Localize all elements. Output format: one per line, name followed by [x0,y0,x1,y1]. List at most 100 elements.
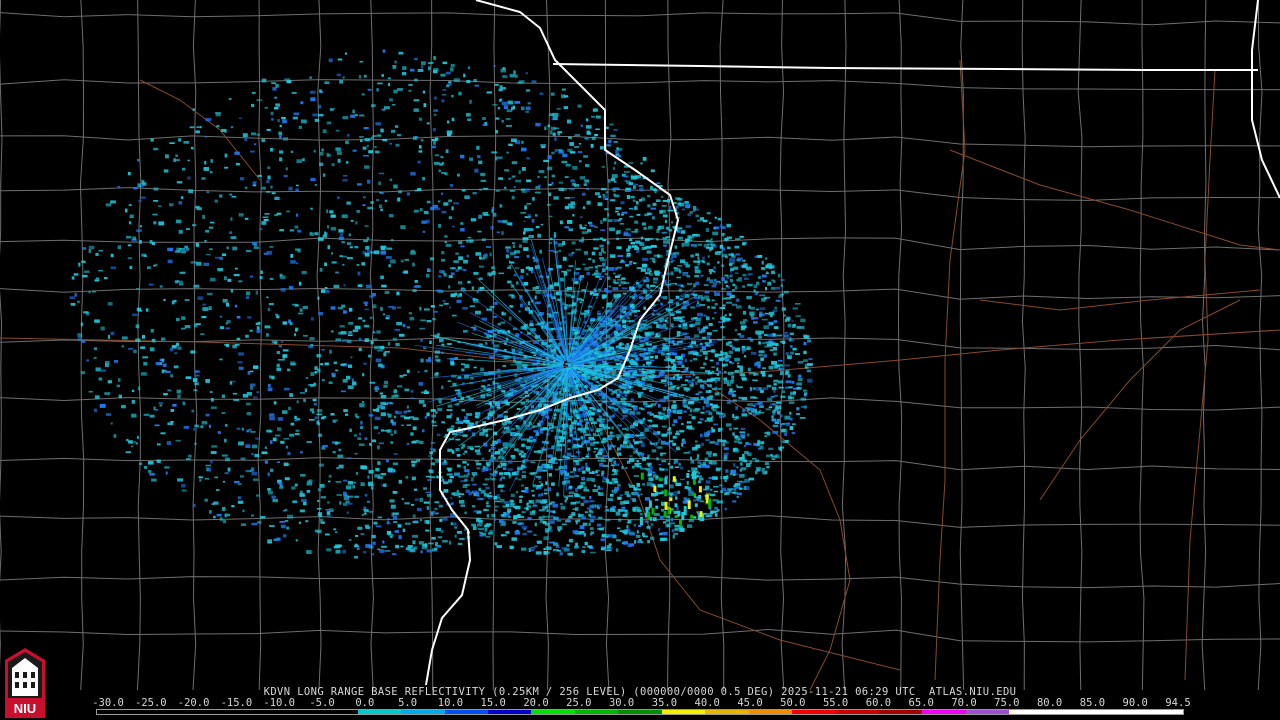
echo-pixel [326,514,331,517]
echo-pixel [165,154,169,159]
echo-pixel [186,458,191,461]
echo-pixel [397,88,403,91]
echo-pixel [626,521,630,524]
echo-pixel [709,440,715,444]
echo-pixel [229,193,233,196]
echo-pixel [464,195,470,199]
echo-pixel [668,492,674,495]
echo-pixel [164,466,170,469]
echo-pixel [396,291,400,296]
echo-pixel [437,545,441,548]
echo-pixel [591,478,595,482]
echo-pixel [370,201,374,204]
echo-pixel [663,323,667,327]
echo-pixel [181,489,187,492]
echo-pixel [718,412,724,415]
echo-pixel [788,386,793,389]
echo-pixel [769,403,775,406]
echo-pixel [615,210,619,213]
echo-pixel [709,339,712,343]
echo-pixel [317,237,324,241]
echo-pixel [190,350,196,354]
echo-pixel [252,478,259,481]
echo-pixel [497,106,501,110]
echo-pixel [461,189,466,192]
echo-pixel [422,176,426,181]
echo-pixel [521,443,525,446]
echo-pixel [745,407,748,410]
echo-pixel [600,146,604,150]
echo-pixel [700,366,705,369]
echo-pixel [465,421,471,424]
echo-pixel [758,341,761,345]
echo-pixel [706,298,711,302]
echo-pixel [520,451,525,454]
echo-pixel [675,446,680,451]
echo-pixel [338,464,344,469]
echo-pixel [253,396,258,399]
echo-pixel [391,395,394,399]
echo-pixel [616,434,622,438]
echo-pixel [206,191,210,194]
echo-pixel [466,112,471,117]
echo-pixel [244,137,248,142]
echo-pixel [178,138,181,142]
echo-pixel [253,365,259,369]
echo-pixel [617,447,621,451]
echo-pixel [319,267,323,272]
echo-pixel [434,350,441,354]
echo-pixel [348,364,353,368]
echo-pixel [414,57,418,61]
echo-pixel [526,507,529,511]
echo-pixel [582,192,586,196]
echo-pixel [675,283,678,285]
echo-pixel [414,78,418,82]
echo-pixel [285,445,289,449]
echo-pixel [234,480,240,484]
echo-pixel [546,447,552,450]
echo-pixel [741,396,748,401]
echo-pixel [580,502,584,507]
echo-pixel [736,496,739,498]
echo-pixel [700,411,705,414]
echo-pixel [631,231,637,233]
echo-pixel [629,260,633,263]
echo-pixel [367,475,370,479]
echo-pixel [469,305,475,308]
echo-pixel [520,212,526,214]
echo-pixel [431,537,436,540]
echo-pixel [592,451,597,453]
echo-pixel [487,468,492,471]
echo-pixel [636,213,641,216]
echo-pixel [352,109,355,114]
echo-pixel [228,98,232,100]
echo-pixel [691,447,698,451]
echo-pixel [670,465,674,469]
echo-pixel [441,270,445,274]
echo-pixel [787,395,792,398]
echo-pixel [491,341,495,345]
echo-pixel [467,236,472,239]
echo-pixel [629,238,633,242]
echo-pixel [636,201,639,205]
echo-pixel [417,370,420,374]
echo-pixel [283,387,290,391]
echo-pixel [335,147,341,151]
echo-pixel [460,228,465,232]
echo-pixel [445,243,452,247]
echo-pixel [210,406,217,409]
echo-pixel [525,72,528,75]
echo-pixel [620,201,625,205]
echo-pixel [578,143,582,145]
echo-pixel [417,188,422,191]
echo-pixel [732,500,737,503]
echo-pixel [480,179,487,182]
echo-pixel [441,385,444,390]
echo-pixel [567,452,572,457]
echo-pixel [633,176,639,180]
echo-pixel [601,166,605,168]
echo-pixel [425,529,430,532]
echo-pixel [397,197,401,202]
echo-pixel [439,338,444,343]
echo-pixel [269,416,275,421]
